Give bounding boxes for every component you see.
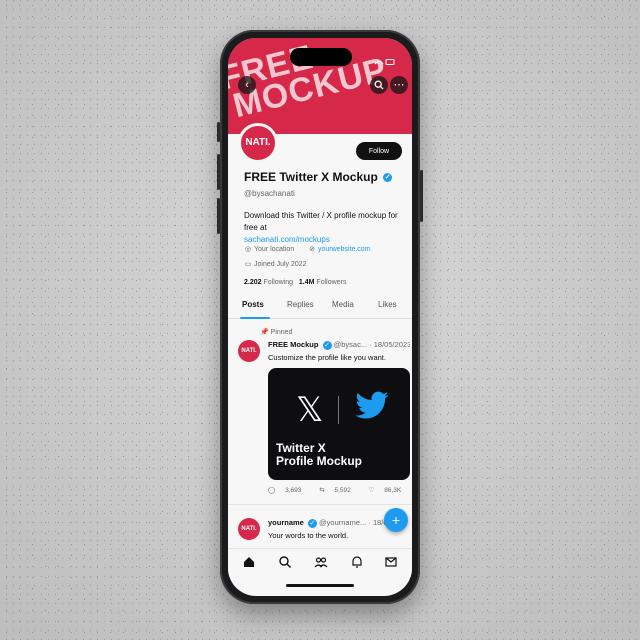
bio-link[interactable]: sachanati.com/mockups xyxy=(244,235,330,244)
volume-up-button xyxy=(217,154,220,190)
post-divider xyxy=(228,504,412,505)
twitter-bird-icon xyxy=(355,391,389,419)
like-icon: ♡ xyxy=(368,487,375,494)
dynamic-island xyxy=(290,48,352,66)
volume-down-button xyxy=(217,198,220,234)
like-action[interactable]: ♡ 86,3K xyxy=(369,487,410,494)
follow-stats: 2.202 Following 1.4M Followers xyxy=(244,279,346,286)
post-avatar[interactable]: NATI. xyxy=(238,518,260,540)
bio-text: Download this Twitter / X profile mockup… xyxy=(244,211,398,232)
verified-badge-icon: ✓ xyxy=(307,518,317,528)
tab-posts[interactable]: Posts xyxy=(242,300,264,309)
reply-action[interactable]: ◯ 3,693 xyxy=(268,487,309,494)
post-avatar[interactable]: NATI. xyxy=(238,340,260,362)
messages-icon[interactable] xyxy=(384,555,398,569)
more-icon[interactable]: ⋯ xyxy=(390,76,408,94)
location-icon: ◎ xyxy=(244,246,252,253)
x-logo-icon: 𝕏 xyxy=(296,390,324,430)
phone-frame: FREE MOCKUP ‹ ⋯ NATI. Follow FREE Twitte… xyxy=(217,30,423,604)
following-stat[interactable]: 2.202 Following xyxy=(244,279,293,286)
status-icons xyxy=(374,58,396,68)
profile-name-text: FREE Twitter X Mockup xyxy=(244,170,378,184)
compose-button[interactable]: + xyxy=(384,508,408,532)
bottom-navigation xyxy=(228,548,412,577)
avatar[interactable]: NATI. xyxy=(238,123,278,163)
website-link[interactable]: yourwebsite.com xyxy=(318,246,371,253)
website-meta: ⊘ yourwebsite.com xyxy=(308,245,371,253)
post-text: Customize the profile like you want. xyxy=(268,353,386,362)
notifications-icon[interactable] xyxy=(350,555,364,569)
battery-icon xyxy=(374,59,395,65)
search-icon[interactable] xyxy=(370,76,388,94)
repost-icon: ⇆ xyxy=(319,487,325,494)
tab-media[interactable]: Media xyxy=(332,300,354,309)
post-actions: ◯ 3,693 ⇆ 5,592 ♡ 86,3K ▮▮ xyxy=(268,486,412,494)
tab-replies[interactable]: Replies xyxy=(287,300,314,309)
profile-name: FREE Twitter X Mockup ✓ xyxy=(244,170,393,184)
explore-icon[interactable] xyxy=(278,555,292,569)
pinned-label: 📌 Pinned xyxy=(260,329,293,336)
home-indicator[interactable] xyxy=(286,584,354,587)
joined-text: Joined July 2022 xyxy=(254,261,307,268)
pin-icon: 📌 xyxy=(260,329,269,336)
media-caption: Twitter X Profile Mockup xyxy=(276,441,363,468)
profile-handle: @bysachanati xyxy=(244,189,295,198)
communities-icon[interactable] xyxy=(314,555,328,569)
power-button xyxy=(420,170,423,222)
action-button xyxy=(217,122,220,142)
post-media-image[interactable]: 𝕏 Twitter X Profile Mockup xyxy=(268,368,410,480)
home-icon[interactable] xyxy=(242,555,256,569)
location-text: Your location xyxy=(254,246,295,253)
link-icon: ⊘ xyxy=(309,246,315,253)
profile-tabs: Posts Replies Media Likes xyxy=(228,296,412,319)
follow-button[interactable]: Follow xyxy=(356,142,402,160)
tab-likes[interactable]: Likes xyxy=(378,300,397,309)
followers-stat[interactable]: 1.4M Followers xyxy=(299,279,346,286)
calendar-icon: ▭ xyxy=(244,261,252,268)
back-icon[interactable]: ‹ xyxy=(238,76,256,94)
reply-icon: ◯ xyxy=(268,487,276,494)
media-divider xyxy=(338,396,339,424)
post-header: FREE Mockup ✓ @bysac... · 18/05/2023 ··· xyxy=(268,340,410,350)
post-text: Your words to the world. xyxy=(268,531,349,540)
profile-bio: Download this Twitter / X profile mockup… xyxy=(244,210,410,246)
verified-badge-icon: ✓ xyxy=(383,173,393,183)
phone-screen: FREE MOCKUP ‹ ⋯ NATI. Follow FREE Twitte… xyxy=(228,38,412,596)
repost-action[interactable]: ⇆ 5,592 xyxy=(319,487,359,494)
joined-meta: ▭ Joined July 2022 xyxy=(244,260,307,268)
location-meta: ◎ Your location xyxy=(244,245,294,253)
active-tab-indicator xyxy=(240,317,270,319)
verified-badge-icon: ✓ xyxy=(322,340,332,350)
